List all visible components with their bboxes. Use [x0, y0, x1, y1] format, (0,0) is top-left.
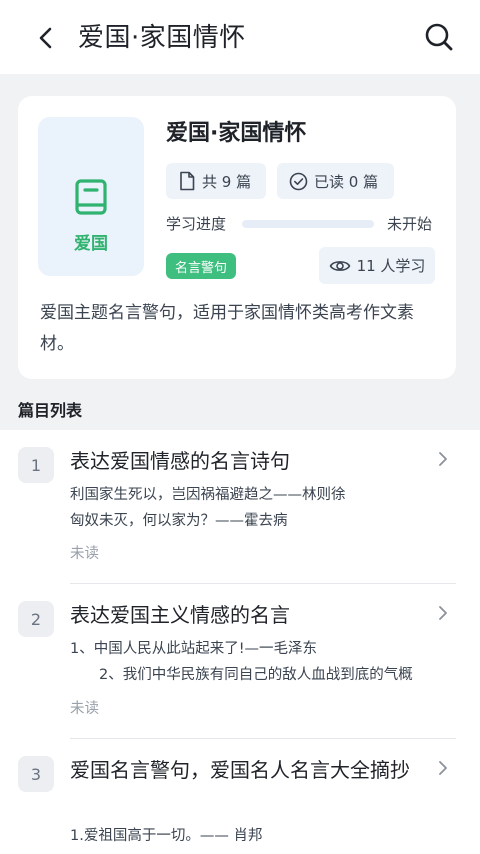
- item-excerpt-line: 1.爱祖国高于一切。—— 肖邦: [70, 828, 263, 844]
- item-title: 表达爱国主义情感的名言: [70, 603, 290, 627]
- chevron-right-icon: [439, 761, 447, 775]
- article-list: 1 表达爱国情感的名言诗句 利国家生死以，岂因祸福避趋之——林则徐 匈奴未灭，何…: [0, 430, 480, 854]
- collection-title: 爱国·家国情怀: [166, 121, 307, 146]
- search-button[interactable]: [422, 20, 456, 54]
- item-number: 1: [18, 447, 54, 483]
- item-number: 3: [18, 756, 54, 792]
- item-excerpt-line: 2、我们中华民族有同自己的敌人血战到底的气概: [70, 667, 413, 683]
- read-count-label: 已读 0 篇: [314, 172, 379, 191]
- check-circle-icon: [289, 172, 308, 190]
- read-count-chip: 已读 0 篇: [277, 163, 394, 199]
- chevron-right-icon: [439, 606, 447, 620]
- book-icon: [75, 179, 107, 215]
- item-title: 爱国名言警句，爱国名人名言大全摘抄: [70, 758, 410, 782]
- progress-bar: [242, 220, 374, 228]
- item-excerpt-line: 利国家生死以，岂因祸福避趋之——林则徐: [70, 487, 346, 503]
- item-title: 表达爱国情感的名言诗句: [70, 449, 290, 473]
- search-icon: [425, 23, 453, 51]
- item-excerpt-line: 1、中国人民从此站起来了!—一毛泽东: [70, 641, 318, 657]
- back-button[interactable]: [30, 22, 62, 54]
- section-heading: 篇目列表: [18, 401, 83, 420]
- page-title: 爱国·家国情怀: [78, 23, 246, 53]
- total-count-label: 共 9 篇: [202, 172, 252, 191]
- list-item[interactable]: 3 爱国名言警句，爱国名人名言大全摘抄 1.爱祖国高于一切。—— 肖邦: [0, 739, 480, 854]
- collection-info-card: 爱国 爱国·家国情怀 共 9 篇 已读 0 篇 学习进度 未开始 名言警句 11…: [18, 96, 456, 379]
- item-excerpt-line: 匈奴未灭，何以家为？——霍去病: [70, 513, 288, 529]
- list-item[interactable]: 2 表达爱国主义情感的名言 1、中国人民从此站起来了!—一毛泽东 2、我们中华民…: [0, 584, 480, 739]
- category-tag: 名言警句: [166, 253, 237, 279]
- item-number: 2: [18, 601, 54, 637]
- total-count-chip: 共 9 篇: [166, 163, 266, 199]
- document-icon: [180, 171, 195, 191]
- cover-label: 爱国: [74, 234, 108, 254]
- collection-cover: 爱国: [38, 117, 144, 276]
- back-arrow-icon: [39, 27, 52, 49]
- collection-description: 爱国主题名言警句，适用于家国情怀类高考作文素材。: [40, 303, 414, 354]
- top-bar: 爱国·家国情怀: [0, 0, 480, 74]
- list-item[interactable]: 1 表达爱国情感的名言诗句 利国家生死以，岂因祸福避趋之——林则徐 匈奴未灭，何…: [0, 430, 480, 584]
- eye-icon: [329, 260, 350, 271]
- learners-count-label: 11 人学习: [356, 257, 426, 275]
- read-status: 未读: [70, 546, 99, 562]
- chevron-right-icon: [439, 452, 447, 466]
- read-status: 未读: [70, 701, 99, 717]
- learners-count-chip: 11 人学习: [319, 247, 435, 284]
- progress-status: 未开始: [387, 215, 433, 233]
- progress-label: 学习进度: [166, 215, 227, 233]
